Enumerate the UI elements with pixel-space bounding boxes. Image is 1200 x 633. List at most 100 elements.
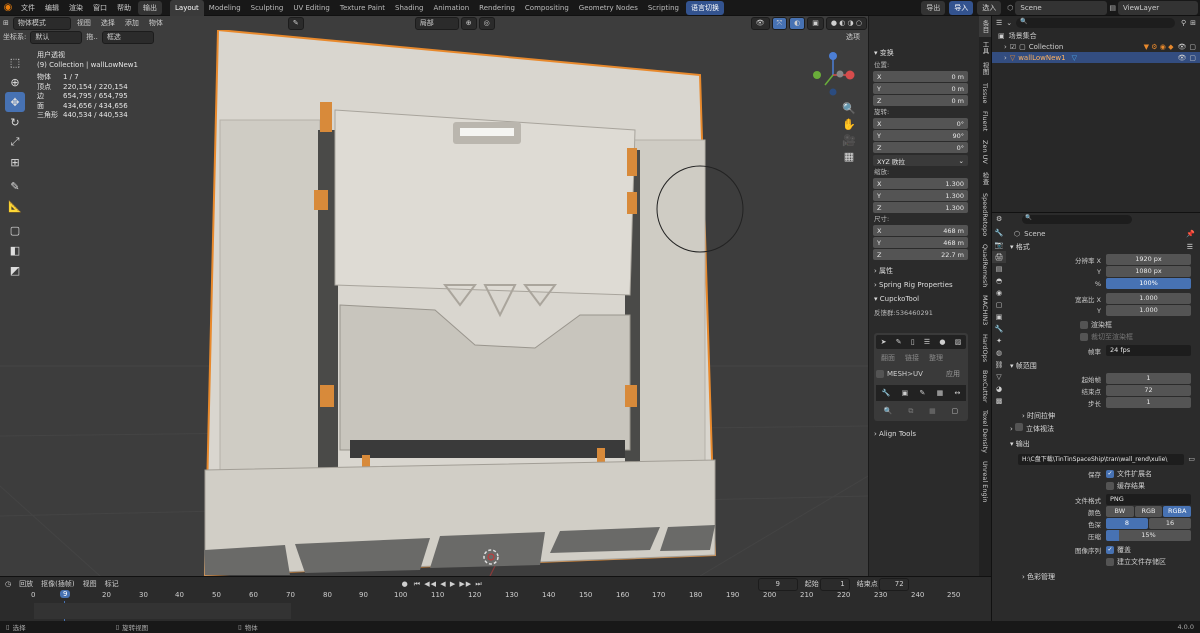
tab-rendering[interactable]: Rendering (474, 0, 520, 16)
render-output-pill[interactable]: 输出 (138, 0, 162, 15)
rotation-mode-selector[interactable]: XYZ 欧拉 ⌄ (873, 155, 968, 166)
pan-hand-icon[interactable]: ✋ (842, 116, 856, 132)
outliner-root-row[interactable]: ▣ 场景集合 (992, 30, 1200, 41)
search-icon[interactable]: 🔍 (1016, 18, 1175, 28)
tab-hardops[interactable]: HardOps (979, 330, 991, 366)
cursor-tool-icon[interactable]: ⊕ (5, 72, 25, 92)
timeline-editor-icon[interactable]: ◷ (5, 580, 11, 588)
gizmo-toggle-icon[interactable]: ⤧ (771, 16, 788, 30)
playhead[interactable]: 9 (60, 590, 71, 598)
sphere-icon[interactable]: ● (939, 338, 945, 346)
marker-menu[interactable]: 标记 (105, 579, 119, 589)
collection-tab-icon[interactable]: ▢ (992, 299, 1006, 311)
start-frame-field[interactable]: 1 (819, 577, 850, 591)
select-box-icon[interactable]: ⬚ (5, 52, 25, 72)
filter-dropdown-icon[interactable]: ⌄ (1006, 19, 1012, 27)
blender-logo-icon[interactable]: ◉ (0, 2, 16, 13)
add-cube-icon[interactable]: ▢ (5, 220, 25, 240)
cubes-icon[interactable]: ▦ (937, 389, 944, 397)
tab-shading[interactable]: Shading (390, 0, 428, 16)
properties-header[interactable]: › 属性 (869, 264, 980, 278)
tab-tissue[interactable]: Tissue (979, 79, 991, 107)
res-y-field[interactable]: 1080 px (1106, 266, 1191, 277)
outliner-editor-icon[interactable]: ☰ (996, 19, 1002, 27)
physics-tab-icon[interactable]: ◍ (992, 347, 1006, 359)
res-x-field[interactable]: 1920 px (1106, 254, 1191, 265)
new-collection-icon[interactable]: ⊞ (1190, 19, 1196, 27)
world-tab-icon[interactable]: ◉ (992, 287, 1006, 299)
transform-header[interactable]: ▾ 变换 (869, 46, 980, 60)
tab-fluent[interactable]: Fluent (979, 107, 991, 135)
compression-slider[interactable]: 15% (1106, 530, 1191, 541)
dimension-y-field[interactable]: Y 468 m (873, 237, 968, 248)
menu-file[interactable]: 文件 (16, 0, 40, 16)
outliner-object-row[interactable]: › ▽ wallLowNew1 ▽ 👁 ▢ (992, 52, 1200, 63)
view-layer-tab-icon[interactable]: ▤ (992, 263, 1006, 275)
ortho-grid-icon[interactable]: ▦ (842, 148, 856, 164)
tab-item[interactable]: 条目 (979, 16, 991, 37)
format-panel-header[interactable]: ▾ 格式 ☰ (1008, 241, 1200, 254)
current-frame-field[interactable]: 9 (757, 577, 798, 591)
pin-icon[interactable]: 📌 (1186, 230, 1200, 238)
square-icon[interactable]: ▣ (902, 389, 909, 397)
render-tab-icon[interactable]: 📷 (992, 239, 1006, 251)
menu-select[interactable]: 选择 (96, 18, 120, 28)
navigation-gizmo[interactable] (808, 50, 858, 100)
tab-tool[interactable]: 工具 (979, 37, 991, 58)
stereoscopy-header[interactable]: › 立体视法 (1008, 423, 1200, 436)
location-y-field[interactable]: Y 0 m (873, 83, 968, 94)
scene-selector[interactable]: Scene (1015, 0, 1108, 15)
tab-uv-editing[interactable]: UV Editing (288, 0, 335, 16)
tab-machin3[interactable]: MACHIN3 (979, 291, 991, 329)
frame-start-field[interactable]: 1 (1106, 373, 1191, 384)
frame-step-field[interactable]: 1 (1106, 397, 1191, 408)
measure-tool-icon[interactable]: 📐 (5, 196, 25, 216)
aspect-x-field[interactable]: 1.000 (1106, 293, 1191, 304)
depth-8-button[interactable]: 8 (1106, 518, 1148, 529)
stereoscopy-checkbox[interactable] (1015, 423, 1024, 431)
viewlayer-selector[interactable]: ViewLayer (1118, 0, 1198, 15)
pointer-icon[interactable]: ➤ (881, 338, 887, 346)
scale-tool-icon[interactable]: ⤢ (5, 132, 25, 152)
checkbox-icon[interactable]: ☑ (1010, 43, 1016, 51)
visibility-icon[interactable]: 👁 (750, 16, 770, 30)
export-button[interactable]: 导出 (921, 0, 946, 15)
frame-range-header[interactable]: ▾ 帧范围 (1008, 360, 1200, 373)
flip-normals-check[interactable]: 翻面 (876, 353, 900, 363)
cache-result-checkbox[interactable] (1106, 481, 1114, 490)
expand-arrow-icon[interactable]: › (1004, 43, 1007, 51)
cupcko-header[interactable]: ▾ CupckoTool (869, 292, 980, 306)
overlays-icon[interactable]: ◐ (789, 16, 806, 30)
zoom-icon[interactable]: 🔍 (842, 100, 856, 116)
time-stretch-header[interactable]: › 时间拉伸 (1008, 410, 1200, 423)
location-z-field[interactable]: Z 0 m (873, 95, 968, 106)
tab-scripting[interactable]: Scripting (643, 0, 684, 16)
constraints-tab-icon[interactable]: ⛓ (992, 359, 1006, 371)
camera-icon[interactable]: 🎥 (842, 132, 856, 148)
mesh-uv-checkbox[interactable] (876, 370, 884, 378)
end-frame-field[interactable]: 72 (878, 577, 909, 591)
drag-selector[interactable]: 框选 (101, 30, 154, 44)
tidy-check[interactable]: 整理 (924, 353, 948, 363)
pivot-selector[interactable]: 局部 (414, 16, 459, 30)
transform-tool-icon[interactable]: ⊞ (5, 152, 25, 172)
depth-16-button[interactable]: 16 (1149, 518, 1191, 529)
tab-animation[interactable]: Animation (428, 0, 474, 16)
scale-x-field[interactable]: X 1.300 (873, 178, 968, 189)
mouse-icon[interactable]: ▯ (911, 338, 915, 346)
overwrite-checkbox[interactable]: ✓ (1106, 545, 1114, 554)
frame-end-field[interactable]: 72 (1106, 385, 1191, 396)
fps-selector[interactable]: 24 fps (1106, 345, 1191, 356)
color-bw-button[interactable]: BW (1106, 506, 1134, 517)
tab-boxcutter[interactable]: BoxCutter (979, 366, 991, 407)
image-icon[interactable]: ▨ (955, 338, 962, 346)
crop-checkbox[interactable] (1080, 332, 1088, 341)
camera-render-icon[interactable]: ▢ (1189, 43, 1200, 51)
menu-view[interactable]: 视图 (72, 18, 96, 28)
output-tab-icon[interactable]: 🖨 (992, 251, 1006, 263)
scale-z-field[interactable]: Z 1.300 (873, 202, 968, 213)
boxcutter-tool-icon[interactable]: ◩ (5, 260, 25, 280)
menu-help[interactable]: 帮助 (112, 0, 136, 16)
tab-compositing[interactable]: Compositing (520, 0, 574, 16)
tab-quadremesh[interactable]: QuadRemesh (979, 240, 991, 291)
